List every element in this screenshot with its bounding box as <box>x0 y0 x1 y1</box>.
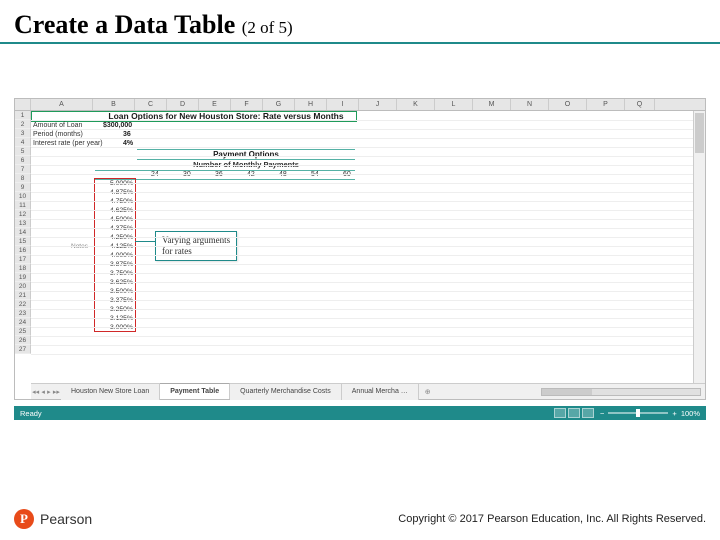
col-a[interactable]: A <box>31 99 93 110</box>
row-12[interactable]: 12 <box>15 210 31 219</box>
col-f[interactable]: F <box>231 99 263 110</box>
column-headers: A B C D E F G H I J K L M N O P Q <box>15 99 705 111</box>
scrollbar-thumb[interactable] <box>695 113 704 153</box>
tab-nav-prev-icon[interactable]: ◂ <box>41 388 45 396</box>
row-26[interactable]: 26 <box>15 336 31 345</box>
row-19[interactable]: 19 <box>15 273 31 282</box>
row-7[interactable]: 7 <box>15 165 31 174</box>
section-title: Payment Options <box>137 150 355 159</box>
col-i[interactable]: I <box>327 99 359 110</box>
row-9[interactable]: 9 <box>15 183 31 192</box>
row-2[interactable]: 2 <box>15 120 31 129</box>
view-buttons <box>554 408 594 418</box>
tab-quarterly[interactable]: Quarterly Merchandise Costs <box>230 384 342 400</box>
grid[interactable]: Loan Options for New Houston Store: Rate… <box>31 111 705 383</box>
col-o[interactable]: O <box>549 99 587 110</box>
col-j[interactable]: J <box>359 99 397 110</box>
view-break-icon[interactable] <box>582 408 594 418</box>
slide-title: Create a Data Table (2 of 5) <box>0 0 720 42</box>
row-16[interactable]: 16 <box>15 246 31 255</box>
tab-nav: ◂◂ ◂ ▸ ▸▸ <box>31 388 61 396</box>
row-14[interactable]: 14 <box>15 228 31 237</box>
tab-payment-table[interactable]: Payment Table <box>160 383 230 399</box>
view-layout-icon[interactable] <box>568 408 580 418</box>
col-l[interactable]: L <box>435 99 473 110</box>
tab-houston-loan[interactable]: Houston New Store Loan <box>61 384 160 400</box>
row-27[interactable]: 27 <box>15 345 31 354</box>
row-13[interactable]: 13 <box>15 219 31 228</box>
row-10[interactable]: 10 <box>15 192 31 201</box>
zoom-in-icon[interactable]: + <box>672 409 676 418</box>
horizontal-scrollbar[interactable] <box>541 388 701 396</box>
zoom-control: − + 100% <box>600 409 700 418</box>
hscroll-thumb[interactable] <box>542 389 592 395</box>
row-24[interactable]: 24 <box>15 318 31 327</box>
row-3[interactable]: 3 <box>15 129 31 138</box>
col-e[interactable]: E <box>199 99 231 110</box>
zoom-slider[interactable] <box>608 412 668 414</box>
slide-title-main: Create a Data Table <box>14 10 235 39</box>
row-1[interactable]: 1 <box>15 111 31 120</box>
callout-connector <box>135 241 155 242</box>
status-ready: Ready <box>20 409 42 418</box>
row-22[interactable]: 22 <box>15 300 31 309</box>
tab-annual[interactable]: Annual Mercha … <box>342 384 419 400</box>
view-normal-icon[interactable] <box>554 408 566 418</box>
pearson-logo-icon: P <box>14 509 34 529</box>
brand-name: Pearson <box>40 511 92 527</box>
row-15[interactable]: 15 <box>15 237 31 246</box>
col-c[interactable]: C <box>135 99 167 110</box>
row-4[interactable]: 4 <box>15 138 31 147</box>
row-5[interactable]: 5 <box>15 147 31 156</box>
col-d[interactable]: D <box>167 99 199 110</box>
row-21[interactable]: 21 <box>15 291 31 300</box>
slide-title-counter: (2 of 5) <box>242 18 293 37</box>
col-q[interactable]: Q <box>625 99 655 110</box>
row-23[interactable]: 23 <box>15 309 31 318</box>
row-11[interactable]: 11 <box>15 201 31 210</box>
row-headers: 1234567891011121314151617181920212223242… <box>15 111 31 354</box>
row-8[interactable]: 8 <box>15 174 31 183</box>
col-g[interactable]: G <box>263 99 295 110</box>
excel-window: A B C D E F G H I J K L M N O P Q 123456… <box>14 98 706 400</box>
vertical-scrollbar[interactable] <box>693 111 705 383</box>
copyright: Copyright © 2017 Pearson Education, Inc.… <box>398 513 706 525</box>
col-k[interactable]: K <box>397 99 435 110</box>
slide-footer: P Pearson Copyright © 2017 Pearson Educa… <box>0 498 720 540</box>
tab-nav-next-icon[interactable]: ▸ <box>47 388 51 396</box>
tab-nav-last-icon[interactable]: ▸▸ <box>53 388 60 396</box>
col-b[interactable]: B <box>93 99 135 110</box>
tab-nav-first-icon[interactable]: ◂◂ <box>32 388 39 396</box>
col-p[interactable]: P <box>587 99 625 110</box>
zoom-knob[interactable] <box>636 409 640 417</box>
new-sheet-icon[interactable]: ⊕ <box>419 388 437 396</box>
zoom-level[interactable]: 100% <box>681 409 700 418</box>
row-17[interactable]: 17 <box>15 255 31 264</box>
col-n[interactable]: N <box>511 99 549 110</box>
status-bar: Ready − + 100% <box>14 406 706 420</box>
brand: P Pearson <box>14 509 92 529</box>
col-h[interactable]: H <box>295 99 327 110</box>
row-25[interactable]: 25 <box>15 327 31 336</box>
row-6[interactable]: 6 <box>15 156 31 165</box>
row-20[interactable]: 20 <box>15 282 31 291</box>
zoom-out-icon[interactable]: − <box>600 409 604 418</box>
row-18[interactable]: 18 <box>15 264 31 273</box>
title-underline <box>0 42 720 44</box>
sheet-tab-bar: ◂◂ ◂ ▸ ▸▸ Houston New Store Loan Payment… <box>31 383 705 399</box>
col-m[interactable]: M <box>473 99 511 110</box>
